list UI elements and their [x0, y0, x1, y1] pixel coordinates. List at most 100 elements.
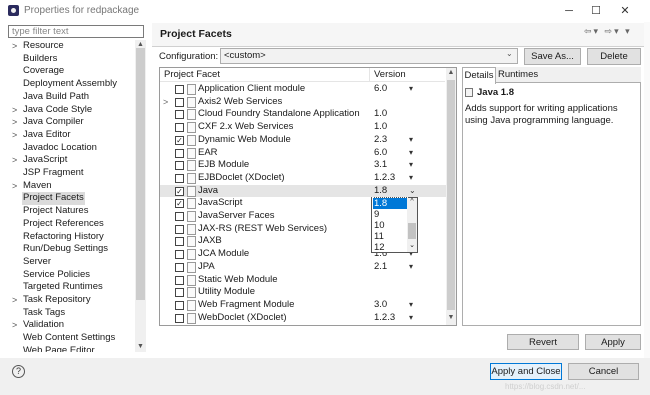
facet-row[interactable]: ✓ Dynamic Web Module 2.3 ▾ — [160, 134, 446, 147]
configuration-select[interactable]: <custom> — [220, 48, 518, 64]
help-icon[interactable]: ? — [12, 365, 25, 378]
facet-checkbox[interactable] — [175, 288, 184, 298]
version-dropdown-icon[interactable]: ▾ — [409, 261, 413, 274]
version-dropdown-icon[interactable]: ▾ — [409, 159, 413, 172]
tree-item[interactable]: Refactoring History — [8, 231, 134, 244]
version-option[interactable]: 10 — [373, 220, 407, 231]
tree-item[interactable]: > Java Compiler — [8, 116, 134, 129]
version-dropdown-icon[interactable]: ▾ — [409, 134, 413, 147]
facet-version[interactable]: 1.2.3 — [374, 172, 395, 185]
tree-item[interactable]: Run/Debug Settings — [8, 243, 134, 256]
facet-row[interactable]: Static Web Module — [160, 274, 446, 287]
tree-item[interactable]: Project References — [8, 218, 134, 231]
facet-row[interactable]: Web Fragment Module 3.0 ▾ — [160, 299, 446, 312]
apply-button[interactable]: Apply — [585, 334, 641, 350]
facet-checkbox[interactable] — [175, 275, 184, 285]
facet-version[interactable]: 2.1 — [374, 261, 387, 274]
tab-details[interactable]: Details — [462, 67, 496, 84]
expand-arrow-icon[interactable]: > — [163, 96, 168, 109]
expand-arrow-icon[interactable]: > — [12, 319, 17, 332]
chevron-up-icon[interactable]: ^ — [407, 198, 417, 205]
facet-checkbox[interactable] — [175, 161, 184, 171]
tree-item[interactable]: > Java Code Style — [8, 104, 134, 117]
facet-checkbox[interactable]: ✓ — [175, 135, 184, 145]
facet-row[interactable]: JPA 2.1 ▾ — [160, 261, 446, 274]
facet-checkbox[interactable] — [175, 262, 184, 272]
chevron-down-icon[interactable]: ⌄ — [506, 49, 513, 58]
expand-arrow-icon[interactable]: > — [12, 154, 17, 167]
version-option[interactable]: 1.8 — [372, 197, 408, 210]
filter-input[interactable]: type filter text — [8, 25, 144, 38]
version-dropdown-icon[interactable]: ▾ — [409, 299, 413, 312]
chevron-down-icon[interactable]: ▼ — [446, 314, 456, 321]
facet-row[interactable]: EJB Module 3.1 ▾ — [160, 159, 446, 172]
expand-arrow-icon[interactable]: > — [12, 40, 17, 53]
version-dropdown-icon[interactable]: ▾ — [409, 312, 413, 325]
delete-button[interactable]: Delete — [587, 48, 641, 65]
facet-version[interactable]: 2.3 — [374, 134, 387, 147]
facet-row[interactable]: EAR 6.0 ▾ — [160, 147, 446, 160]
revert-button[interactable]: Revert — [507, 334, 579, 350]
tree-item[interactable]: Builders — [8, 53, 134, 66]
tree-item[interactable]: Targeted Runtimes — [8, 281, 134, 294]
maximize-button[interactable]: ☐ — [588, 3, 604, 19]
tree-item[interactable]: Project Natures — [8, 205, 134, 218]
version-option[interactable]: 12 — [373, 242, 407, 253]
apply-and-close-button[interactable]: Apply and Close — [490, 363, 562, 380]
expand-arrow-icon[interactable]: > — [12, 129, 17, 142]
tab-runtimes[interactable]: Runtimes — [498, 69, 538, 80]
version-list-scroll-thumb[interactable] — [408, 223, 416, 239]
facet-version[interactable]: 1.0 — [374, 108, 387, 121]
expand-arrow-icon[interactable]: > — [12, 116, 17, 129]
tree-item[interactable]: > Resource — [8, 40, 134, 53]
chevron-down-icon[interactable]: ▼ — [135, 343, 146, 350]
facet-checkbox[interactable] — [175, 123, 184, 133]
version-dropdown-icon[interactable]: ▾ — [409, 147, 413, 160]
facet-checkbox[interactable] — [175, 148, 184, 158]
facet-checkbox[interactable] — [175, 300, 184, 310]
facet-checkbox[interactable]: ✓ — [175, 199, 184, 209]
facet-row[interactable]: CXF 2.x Web Services 1.0 — [160, 121, 446, 134]
facet-checkbox[interactable] — [175, 250, 184, 260]
minimize-button[interactable]: ─ — [561, 3, 577, 19]
facet-checkbox[interactable]: ✓ — [175, 186, 184, 196]
tree-scroll-thumb[interactable] — [136, 48, 145, 300]
facet-row[interactable]: Application Client module 6.0 ▾ — [160, 83, 446, 96]
version-dropdown-icon[interactable]: ⌄ — [409, 185, 416, 198]
tree-item[interactable]: > Validation — [8, 319, 134, 332]
facet-row[interactable]: WebDoclet (XDoclet) 1.2.3 ▾ — [160, 312, 446, 325]
facet-version[interactable]: 6.0 — [374, 83, 387, 96]
facet-row[interactable]: EJBDoclet (XDoclet) 1.2.3 ▾ — [160, 172, 446, 185]
facet-checkbox[interactable] — [175, 110, 184, 120]
facet-row[interactable]: > Axis2 Web Services — [160, 96, 446, 109]
facet-version[interactable]: 6.0 — [374, 147, 387, 160]
tree-item[interactable]: Server — [8, 256, 134, 269]
tree-item[interactable]: > JavaScript — [8, 154, 134, 167]
tree-item[interactable]: Web Content Settings — [8, 332, 134, 345]
facet-row[interactable]: Utility Module — [160, 286, 446, 299]
tree-item[interactable]: Project Facets — [8, 192, 134, 206]
tree-item[interactable]: JSP Fragment — [8, 167, 134, 180]
facet-row[interactable]: Cloud Foundry Standalone Application 1.0 — [160, 108, 446, 121]
facet-version[interactable]: 1.0 — [374, 121, 387, 134]
facets-scroll-thumb[interactable] — [447, 80, 455, 310]
facet-version[interactable]: 1.8 — [374, 185, 387, 198]
tree-item[interactable]: Java Build Path — [8, 91, 134, 104]
history-nav-icon[interactable]: ⇦▾ ⇨▾ ▾ — [584, 26, 632, 37]
facet-checkbox[interactable] — [175, 173, 184, 183]
tree-item[interactable]: Deployment Assembly — [8, 78, 134, 91]
version-dropdown-icon[interactable]: ▾ — [409, 172, 413, 185]
tree-item[interactable]: Service Policies — [8, 269, 134, 282]
tree-item[interactable]: > Java Editor — [8, 129, 134, 142]
facet-checkbox[interactable] — [175, 237, 184, 247]
chevron-down-icon[interactable]: ⌄ — [407, 241, 417, 249]
column-header-facet[interactable]: Project Facet — [164, 69, 220, 80]
expand-arrow-icon[interactable]: > — [12, 294, 17, 307]
version-dropdown-icon[interactable]: ▾ — [409, 83, 413, 96]
facet-checkbox[interactable] — [175, 313, 184, 323]
tree-item[interactable]: Coverage — [8, 65, 134, 78]
version-option[interactable]: 9 — [373, 209, 407, 220]
facet-checkbox[interactable] — [175, 224, 184, 234]
tree-item[interactable]: Javadoc Location — [8, 142, 134, 155]
expand-arrow-icon[interactable]: > — [12, 104, 17, 117]
